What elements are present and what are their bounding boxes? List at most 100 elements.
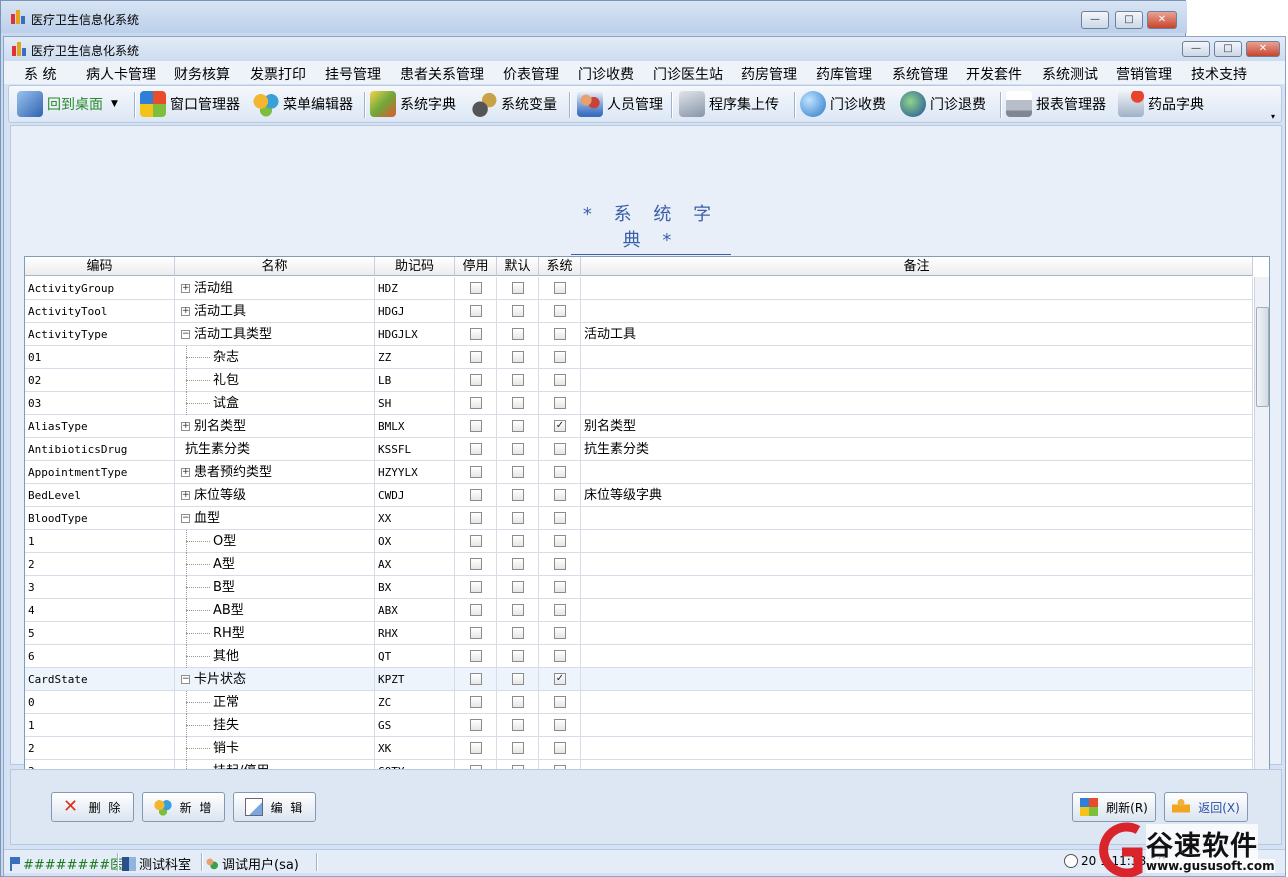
disabled-checkbox[interactable]: [470, 673, 482, 685]
table-row[interactable]: 2 销卡 XK: [25, 737, 1253, 760]
table-row[interactable]: ActivityType − 活动工具类型 HDGJLX 活动工具: [25, 323, 1253, 346]
menu-outpatient-doctor[interactable]: 门诊医生站: [653, 64, 723, 84]
table-row[interactable]: AntibioticsDrug 抗生素分类 KSSFL 抗生素分类: [25, 438, 1253, 461]
default-checkbox[interactable]: [512, 443, 524, 455]
table-row[interactable]: 01 杂志 ZZ: [25, 346, 1253, 369]
toolbar-assembly-upload[interactable]: 程序集上传: [679, 90, 779, 118]
expand-icon[interactable]: +: [181, 307, 190, 316]
disabled-checkbox[interactable]: [470, 374, 482, 386]
system-checkbox[interactable]: ✓: [554, 420, 566, 432]
close-button[interactable]: ✕: [1246, 41, 1280, 57]
default-checkbox[interactable]: [512, 673, 524, 685]
default-checkbox[interactable]: [512, 719, 524, 731]
default-checkbox[interactable]: [512, 420, 524, 432]
disabled-checkbox[interactable]: [470, 512, 482, 524]
default-checkbox[interactable]: [512, 282, 524, 294]
table-row[interactable]: 5 RH型 RHX: [25, 622, 1253, 645]
default-checkbox[interactable]: [512, 535, 524, 547]
toolbar-personnel[interactable]: 人员管理: [577, 90, 663, 118]
default-checkbox[interactable]: [512, 305, 524, 317]
table-row[interactable]: 2 A型 AX: [25, 553, 1253, 576]
col-header-mnemonic[interactable]: 助记码: [375, 257, 455, 276]
expand-icon[interactable]: +: [181, 422, 190, 431]
disabled-checkbox[interactable]: [470, 627, 482, 639]
disabled-checkbox[interactable]: [470, 581, 482, 593]
return-button[interactable]: 返回(X): [1164, 792, 1248, 822]
col-header-disabled[interactable]: 停用: [455, 257, 497, 276]
default-checkbox[interactable]: [512, 397, 524, 409]
menu-system-admin[interactable]: 系统管理: [892, 64, 948, 84]
menu-patient-card[interactable]: 病人卡管理: [86, 64, 156, 84]
col-header-code[interactable]: 编码: [25, 257, 175, 276]
toolbar-overflow-icon[interactable]: ▾: [1271, 112, 1275, 121]
system-checkbox[interactable]: [554, 742, 566, 754]
table-row[interactable]: 03 试盒 SH: [25, 392, 1253, 415]
default-checkbox[interactable]: [512, 512, 524, 524]
default-checkbox[interactable]: [512, 489, 524, 501]
collapse-icon[interactable]: −: [181, 675, 190, 684]
table-row[interactable]: CardState − 卡片状态 KPZT ✓: [25, 668, 1253, 691]
system-checkbox[interactable]: [554, 627, 566, 639]
table-row[interactable]: 02 礼包 LB: [25, 369, 1253, 392]
add-button[interactable]: 新 增: [142, 792, 225, 822]
default-checkbox[interactable]: [512, 696, 524, 708]
system-checkbox[interactable]: [554, 466, 566, 478]
outer-title-bar[interactable]: 医疗卫生信息化系统 — □ ✕: [1, 1, 1187, 33]
default-checkbox[interactable]: [512, 466, 524, 478]
disabled-checkbox[interactable]: [470, 719, 482, 731]
default-checkbox[interactable]: [512, 627, 524, 639]
table-row[interactable]: 1 挂失 GS: [25, 714, 1253, 737]
system-checkbox[interactable]: [554, 328, 566, 340]
table-row[interactable]: AliasType + 别名类型 BMLX ✓ 别名类型: [25, 415, 1253, 438]
menu-outpatient-fee[interactable]: 门诊收费: [578, 64, 634, 84]
menu-system[interactable]: 系 统: [24, 64, 56, 84]
table-row[interactable]: 1 O型 OX: [25, 530, 1253, 553]
maximize-button[interactable]: □: [1214, 41, 1242, 57]
menu-pharmacy[interactable]: 药房管理: [741, 64, 797, 84]
menu-patient-relations[interactable]: 患者关系管理: [400, 64, 484, 84]
maximize-button[interactable]: □: [1115, 11, 1143, 29]
menu-tech-support[interactable]: 技术支持: [1191, 64, 1247, 84]
system-checkbox[interactable]: [554, 604, 566, 616]
system-checkbox[interactable]: [554, 397, 566, 409]
disabled-checkbox[interactable]: [470, 696, 482, 708]
default-checkbox[interactable]: [512, 742, 524, 754]
toolbar-menu-editor[interactable]: 菜单编辑器: [253, 90, 353, 118]
table-row[interactable]: BloodType − 血型 XX: [25, 507, 1253, 530]
system-checkbox[interactable]: [554, 443, 566, 455]
default-checkbox[interactable]: [512, 558, 524, 570]
minimize-button[interactable]: —: [1081, 11, 1109, 29]
menu-invoice-print[interactable]: 发票打印: [250, 64, 306, 84]
table-row[interactable]: 3 B型 BX: [25, 576, 1253, 599]
expand-icon[interactable]: +: [181, 468, 190, 477]
collapse-icon[interactable]: −: [181, 514, 190, 523]
table-row[interactable]: 0 正常 ZC: [25, 691, 1253, 714]
col-header-system[interactable]: 系统: [539, 257, 581, 276]
system-checkbox[interactable]: [554, 512, 566, 524]
default-checkbox[interactable]: [512, 604, 524, 616]
edit-button[interactable]: 编 辑: [233, 792, 316, 822]
default-checkbox[interactable]: [512, 650, 524, 662]
chevron-down-icon[interactable]: ▼: [111, 99, 118, 109]
system-checkbox[interactable]: [554, 305, 566, 317]
toolbar-outpatient-fee[interactable]: 门诊收费: [800, 90, 886, 118]
disabled-checkbox[interactable]: [470, 535, 482, 547]
table-row[interactable]: 6 其他 QT: [25, 645, 1253, 668]
inner-title-bar[interactable]: 医疗卫生信息化系统 — □ ✕: [4, 37, 1285, 61]
system-checkbox[interactable]: [554, 351, 566, 363]
menu-dev-kit[interactable]: 开发套件: [966, 64, 1022, 84]
disabled-checkbox[interactable]: [470, 305, 482, 317]
col-header-name[interactable]: 名称: [175, 257, 375, 276]
default-checkbox[interactable]: [512, 351, 524, 363]
disabled-checkbox[interactable]: [470, 282, 482, 294]
toolbar-drug-dictionary[interactable]: 药品字典: [1118, 90, 1204, 118]
menu-finance[interactable]: 财务核算: [174, 64, 230, 84]
toolbar-report-manager[interactable]: 报表管理器: [1006, 90, 1106, 118]
disabled-checkbox[interactable]: [470, 420, 482, 432]
table-row[interactable]: AppointmentType + 患者预约类型 HZYYLX: [25, 461, 1253, 484]
minimize-button[interactable]: —: [1182, 41, 1210, 57]
system-checkbox[interactable]: [554, 650, 566, 662]
disabled-checkbox[interactable]: [470, 604, 482, 616]
toolbar-back-to-desktop[interactable]: 回到桌面 ▼: [17, 90, 118, 118]
default-checkbox[interactable]: [512, 374, 524, 386]
